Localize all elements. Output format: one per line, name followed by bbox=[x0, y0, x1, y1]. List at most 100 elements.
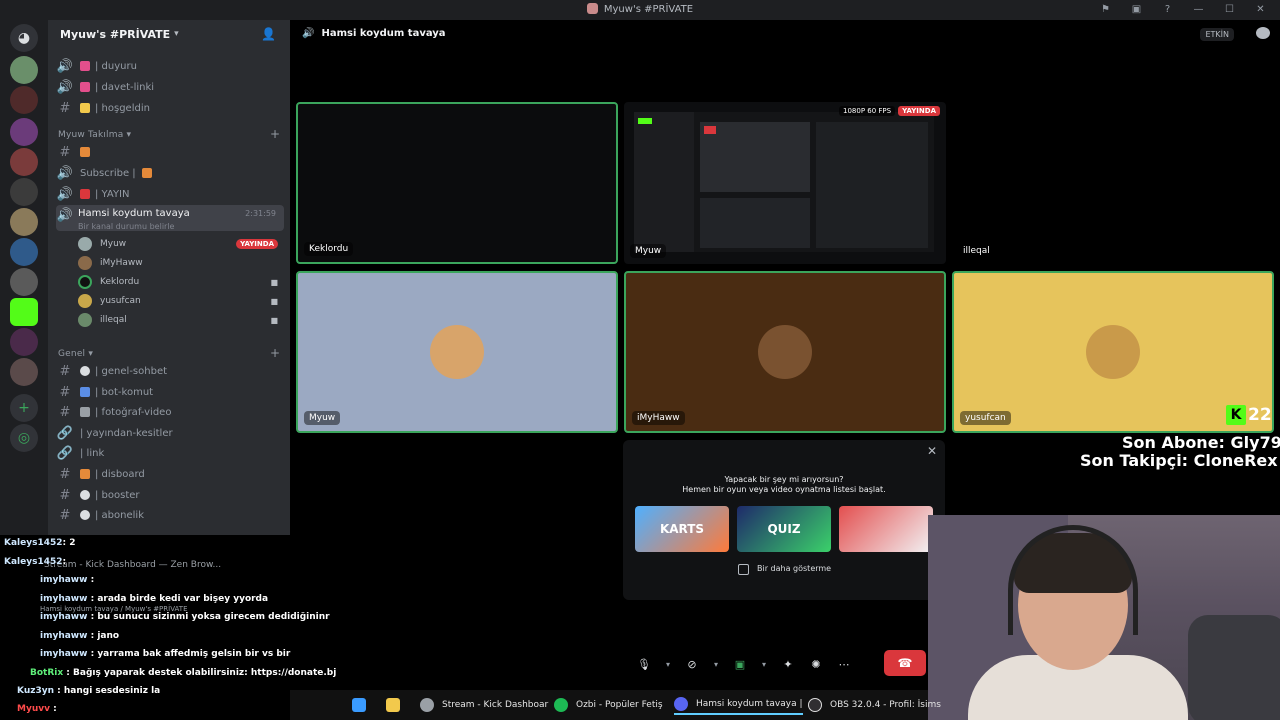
hash-icon: # bbox=[59, 384, 71, 400]
more-icon[interactable]: ⋯ bbox=[835, 658, 853, 671]
voice-user[interactable]: yusufcan ■ bbox=[78, 292, 278, 310]
hang-up-button[interactable]: ☎ bbox=[884, 650, 926, 676]
taskbar-item[interactable]: OBS 32.0.4 - Profil: İsims bbox=[808, 695, 941, 715]
invite-icon[interactable]: 👤 bbox=[261, 27, 276, 41]
server-item[interactable] bbox=[10, 328, 38, 356]
taskbar-item[interactable] bbox=[386, 695, 408, 715]
chat-line: imyhaww : bu sunucu sizinmi yoksa girece… bbox=[40, 612, 330, 622]
close-button[interactable]: ✕ bbox=[1245, 2, 1276, 18]
maximize-button[interactable]: ☐ bbox=[1214, 2, 1245, 18]
obs-icon bbox=[808, 698, 822, 712]
voice-user[interactable]: illeqal ■ bbox=[78, 311, 278, 329]
channel-genel-sohbet[interactable]: # | genel-sohbet bbox=[56, 361, 284, 381]
folder-icon bbox=[386, 698, 400, 712]
hash-icon: # bbox=[59, 507, 71, 523]
channel-duyuru[interactable]: 🔊 | duyuru bbox=[56, 56, 284, 76]
server-item[interactable] bbox=[10, 56, 38, 84]
emoji-icon bbox=[80, 61, 90, 71]
activity-card[interactable]: KARTS bbox=[635, 506, 729, 552]
screen-icon[interactable]: ▣ bbox=[1121, 2, 1152, 18]
voice-user[interactable]: Myuw YAYINDA bbox=[78, 235, 278, 253]
server-item[interactable] bbox=[10, 178, 38, 206]
server-item[interactable] bbox=[10, 238, 38, 266]
avatar bbox=[78, 294, 92, 308]
channel-subscribe[interactable]: 🔊 Subscribe | bbox=[56, 163, 284, 183]
voice-user[interactable]: iMyHaww bbox=[78, 254, 278, 272]
camera-off-icon[interactable]: ⊘ bbox=[683, 658, 701, 671]
chevron-down-icon[interactable]: ▾ bbox=[663, 660, 673, 669]
activity-card[interactable]: QUIZ bbox=[737, 506, 831, 552]
minimize-button[interactable]: — bbox=[1183, 2, 1214, 18]
channel-takilma-1[interactable]: # bbox=[56, 142, 284, 162]
emoji-icon bbox=[80, 407, 90, 417]
taskbar-item[interactable]: Hamsi koydum tavaya | bbox=[674, 695, 803, 715]
live-badge: YAYINDA bbox=[898, 106, 940, 116]
discover-icon[interactable]: ◎ bbox=[10, 424, 38, 452]
channel-yayindan-kesitler[interactable]: 🔗 | yayından-kesitler bbox=[56, 423, 284, 443]
chat-line: Kaleys1452: 2 bbox=[4, 538, 76, 548]
avatar bbox=[1086, 325, 1140, 379]
activity-button[interactable]: ETKİN bbox=[1200, 28, 1234, 41]
soundboard-icon[interactable]: ✺ bbox=[807, 658, 825, 671]
chat-line: Myuvv : bbox=[17, 704, 57, 714]
server-item[interactable] bbox=[10, 86, 38, 114]
link-icon: 🔗 bbox=[56, 445, 74, 461]
chat-icon[interactable] bbox=[1256, 27, 1270, 39]
screen-share-icon[interactable]: ▣ bbox=[731, 658, 749, 671]
call-controls: 🎙 ▾ ⊘ ▾ ▣ ▾ ✦ ✺ ⋯ bbox=[635, 652, 853, 676]
taskbar-item[interactable]: Stream - Kick Dashboar bbox=[420, 695, 548, 715]
start-button[interactable] bbox=[352, 695, 374, 715]
emoji-icon bbox=[80, 147, 90, 157]
channel-bot-komut[interactable]: # | bot-komut bbox=[56, 382, 284, 402]
camera-icon: ■ bbox=[270, 296, 278, 306]
add-server-icon[interactable]: + bbox=[10, 394, 38, 422]
server-item[interactable] bbox=[10, 298, 38, 326]
voice-user[interactable]: Keklordu ■ bbox=[78, 273, 278, 291]
guild-header[interactable]: Myuw's #PRİVATE ▾ 👤 bbox=[48, 20, 290, 48]
channel-booster[interactable]: # | booster bbox=[56, 485, 284, 505]
quality-badge: 1080P 60 FPS bbox=[839, 106, 896, 116]
channel-disboard[interactable]: # | disboard bbox=[56, 464, 284, 484]
server-item[interactable] bbox=[10, 208, 38, 236]
category-genel[interactable]: Genel ▾ + bbox=[58, 346, 280, 360]
activities-icon[interactable]: ✦ bbox=[779, 658, 797, 671]
video-tile[interactable]: Myuw bbox=[296, 271, 618, 433]
avatar bbox=[78, 237, 92, 251]
speaker-icon: 🔊 bbox=[302, 28, 315, 39]
video-tile[interactable]: Keklordu bbox=[296, 102, 618, 264]
chat-line: imyhaww : yarrama bak affedmiş gelsin bi… bbox=[40, 649, 291, 659]
dont-show-checkbox[interactable] bbox=[738, 564, 749, 575]
add-channel-icon[interactable]: + bbox=[270, 127, 280, 141]
add-channel-icon[interactable]: + bbox=[270, 346, 280, 360]
microphone-icon[interactable]: 🎙 bbox=[635, 658, 653, 671]
emoji-icon bbox=[80, 469, 90, 479]
close-icon[interactable]: ✕ bbox=[927, 444, 937, 458]
activity-card[interactable] bbox=[839, 506, 933, 552]
stream-tile[interactable]: 1080P 60 FPS YAYINDA Myuw bbox=[624, 102, 946, 264]
server-item[interactable] bbox=[10, 118, 38, 146]
avatar bbox=[758, 325, 812, 379]
inbox-icon[interactable]: ⚑ bbox=[1090, 2, 1121, 18]
video-tile[interactable]: illeqal bbox=[952, 102, 1274, 264]
channel-yayin[interactable]: 🔊 | YAYIN bbox=[56, 184, 284, 204]
emoji-icon bbox=[80, 82, 90, 92]
taskbar-item[interactable]: Ozbi - Popüler Fetiş bbox=[554, 695, 663, 715]
video-tile[interactable]: iMyHaww bbox=[624, 271, 946, 433]
chevron-down-icon[interactable]: ▾ bbox=[759, 660, 769, 669]
help-icon[interactable]: ? bbox=[1152, 2, 1183, 18]
discord-home-icon[interactable]: ◕ bbox=[10, 24, 38, 52]
avatar bbox=[78, 313, 92, 327]
channel-fotograf-video[interactable]: # | fotoğraf-video bbox=[56, 402, 284, 422]
channel-hosgeldin[interactable]: # | hoşgeldin bbox=[56, 98, 284, 118]
chevron-down-icon[interactable]: ▾ bbox=[711, 660, 721, 669]
server-item[interactable] bbox=[10, 148, 38, 176]
server-item[interactable] bbox=[10, 358, 38, 386]
avatar bbox=[78, 275, 92, 289]
camera-icon: ■ bbox=[270, 277, 278, 287]
channel-status[interactable]: Bir kanal durumu belirle bbox=[78, 222, 174, 231]
channel-link[interactable]: 🔗 | link bbox=[56, 443, 284, 463]
channel-davet-linki[interactable]: 🔊 | davet-linki bbox=[56, 77, 284, 97]
server-item[interactable] bbox=[10, 268, 38, 296]
category-takilma[interactable]: Myuw Takılma ▾ + bbox=[58, 127, 280, 141]
channel-abonelik[interactable]: # | abonelik bbox=[56, 505, 284, 525]
